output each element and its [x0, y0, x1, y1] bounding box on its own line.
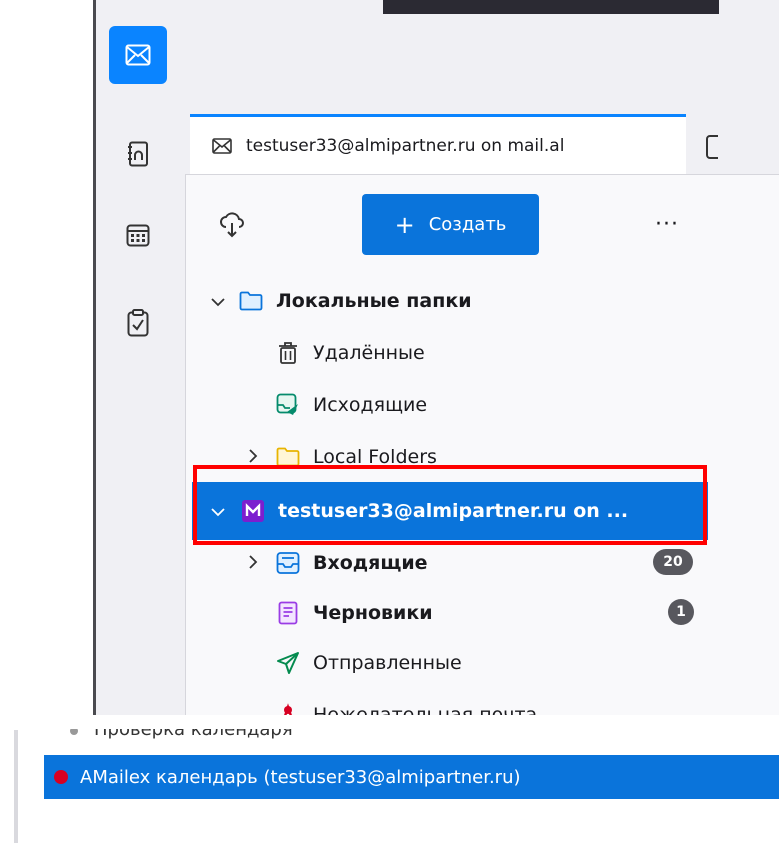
calendar-item-selected[interactable]: AMailex календарь (testuser33@almipartne… [44, 755, 779, 799]
spaces-toolbar [93, 0, 186, 715]
folder-local-root[interactable]: Локальные папки [208, 276, 472, 326]
tasks-space-button[interactable] [109, 294, 167, 352]
folder-trash[interactable]: Удалённые [275, 328, 425, 378]
title-bar-strip [383, 0, 719, 14]
folder-label: Локальные папки [276, 290, 472, 312]
address-book-icon [128, 141, 148, 167]
folder-junk-clip: Нежелательная почта [186, 690, 779, 715]
calendar-label: AMailex календарь (testuser33@almipartne… [80, 766, 521, 788]
chevron-down-icon[interactable] [208, 292, 228, 311]
more-menu-button[interactable]: ··· [655, 212, 679, 237]
calendar-tab-icon[interactable] [706, 134, 720, 160]
calendar-color-dot [54, 770, 68, 784]
folder-drafts[interactable]: Черновики [275, 588, 433, 638]
mail-icon [212, 137, 232, 154]
chevron-right-icon[interactable] [243, 554, 263, 573]
junk-icon [275, 702, 301, 715]
tab-fade [656, 117, 686, 174]
folder-label: Черновики [313, 602, 433, 624]
folder-label: Нежелательная почта [313, 704, 538, 715]
tasks-icon [127, 309, 149, 337]
folder-outbox[interactable]: Исходящие [275, 380, 427, 430]
sent-icon [275, 650, 301, 676]
tab-label: testuser33@almipartner.ru on mail.al [246, 135, 565, 156]
calendar-icon [126, 224, 150, 247]
unread-count-badge: 20 [653, 549, 693, 575]
plus-icon: + [394, 210, 415, 239]
folder-icon [238, 288, 264, 314]
folder-label: Входящие [313, 552, 428, 574]
folder-label: Отправленные [313, 652, 462, 674]
folder-junk[interactable]: Нежелательная почта [275, 690, 537, 715]
trash-icon [275, 340, 301, 366]
calendar-space-button[interactable] [109, 206, 167, 264]
mail-space-button[interactable] [109, 26, 167, 84]
address-book-space-button[interactable] [109, 125, 167, 183]
create-button[interactable]: + Создать [362, 194, 539, 255]
tab-account[interactable]: testuser33@almipartner.ru on mail.al [190, 114, 686, 174]
outbox-icon [275, 392, 301, 418]
folder-label: Исходящие [313, 394, 428, 416]
panel-divider [14, 730, 18, 843]
highlight-box [193, 465, 707, 545]
folder-inbox[interactable]: Входящие [243, 538, 428, 588]
header-area [185, 0, 779, 104]
chevron-right-icon[interactable] [243, 448, 263, 467]
create-button-label: Создать [428, 214, 507, 235]
inbox-icon [275, 550, 301, 576]
drafts-icon [275, 600, 301, 626]
folder-label: Удалённые [313, 342, 425, 364]
folder-sent[interactable]: Отправленные [275, 638, 462, 688]
unread-count-badge: 1 [668, 599, 694, 625]
get-messages-icon[interactable] [219, 211, 245, 241]
mail-icon [125, 44, 151, 66]
window-edge [93, 0, 96, 715]
